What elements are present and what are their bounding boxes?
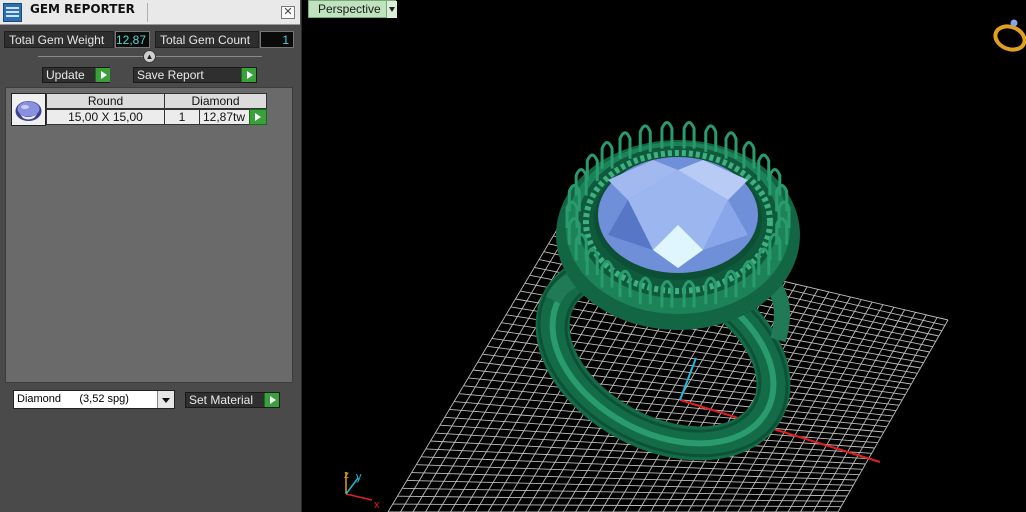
- total-gem-count-label: Total Gem Count: [155, 31, 259, 48]
- axis-gizmo: x y z: [344, 470, 380, 511]
- total-gem-weight-value: 12,87: [115, 31, 150, 48]
- total-gem-weight-label: Total Gem Weight: [4, 31, 114, 48]
- chevron-up-icon[interactable]: ▲: [143, 50, 156, 63]
- gem-reporter-panel: GEM REPORTER ✕ Total Gem Weight 12,87 To…: [0, 0, 302, 512]
- grid-line: [787, 309, 906, 512]
- gem-list: Round Diamond 15,00 X 15,00 1 12,87tw: [5, 87, 293, 383]
- grid-line: [397, 495, 845, 502]
- panel-title: GEM REPORTER: [30, 2, 135, 16]
- play-arrow-icon: [95, 68, 110, 82]
- update-button-label: Update: [46, 68, 85, 82]
- set-material-button-label: Set Material: [189, 393, 254, 407]
- gem-size-cell: 15,00 X 15,00: [46, 109, 165, 125]
- material-select[interactable]: Diamond (3,52 spg): [13, 390, 175, 409]
- grid-line: [392, 503, 842, 508]
- gem-stone: [598, 157, 758, 273]
- grid-line: [775, 306, 895, 512]
- total-gem-count-value: 1: [260, 31, 294, 48]
- gem-thumbnail-icon[interactable]: [11, 93, 46, 126]
- dropdown-arrow-icon[interactable]: [157, 391, 174, 408]
- material-select-value: Diamond (3,52 spg): [17, 393, 129, 405]
- grid-line: [825, 317, 938, 512]
- axis-x-label: x: [374, 499, 380, 511]
- save-report-button[interactable]: Save Report: [133, 67, 257, 83]
- update-button[interactable]: Update: [42, 67, 110, 83]
- play-arrow-icon[interactable]: [249, 109, 267, 125]
- view-mode-label: Perspective: [318, 2, 381, 16]
- axis-z-label: z: [344, 470, 349, 481]
- 3d-viewport[interactable]: x y z Perspective: [308, 0, 1026, 512]
- gem-count-cell: 1: [164, 109, 200, 125]
- grid-line: [411, 472, 854, 486]
- close-icon[interactable]: ✕: [281, 6, 295, 19]
- axis-y-label: y: [356, 471, 362, 483]
- ring-scene: x y z: [344, 19, 1026, 512]
- panel-titlebar: GEM REPORTER ✕: [0, 0, 300, 25]
- ring-orientation-icon[interactable]: [992, 19, 1026, 54]
- grid-line: [416, 464, 857, 481]
- app-icon: [3, 3, 22, 22]
- play-arrow-icon: [241, 68, 256, 82]
- titlebar-divider: [147, 3, 148, 22]
- save-report-button-label: Save Report: [137, 68, 204, 82]
- grid-line: [800, 312, 916, 512]
- dropdown-arrow-icon[interactable]: [386, 1, 397, 18]
- gem-shape-header: Round: [46, 93, 165, 109]
- grid-line: [812, 314, 927, 512]
- view-mode-menu[interactable]: Perspective: [308, 0, 397, 18]
- play-arrow-icon: [264, 393, 279, 407]
- gem-weight-cell: 12,87tw: [199, 109, 250, 125]
- grid-line: [837, 319, 949, 512]
- gem-type-header: Diamond: [164, 93, 267, 109]
- set-material-button[interactable]: Set Material: [185, 392, 280, 408]
